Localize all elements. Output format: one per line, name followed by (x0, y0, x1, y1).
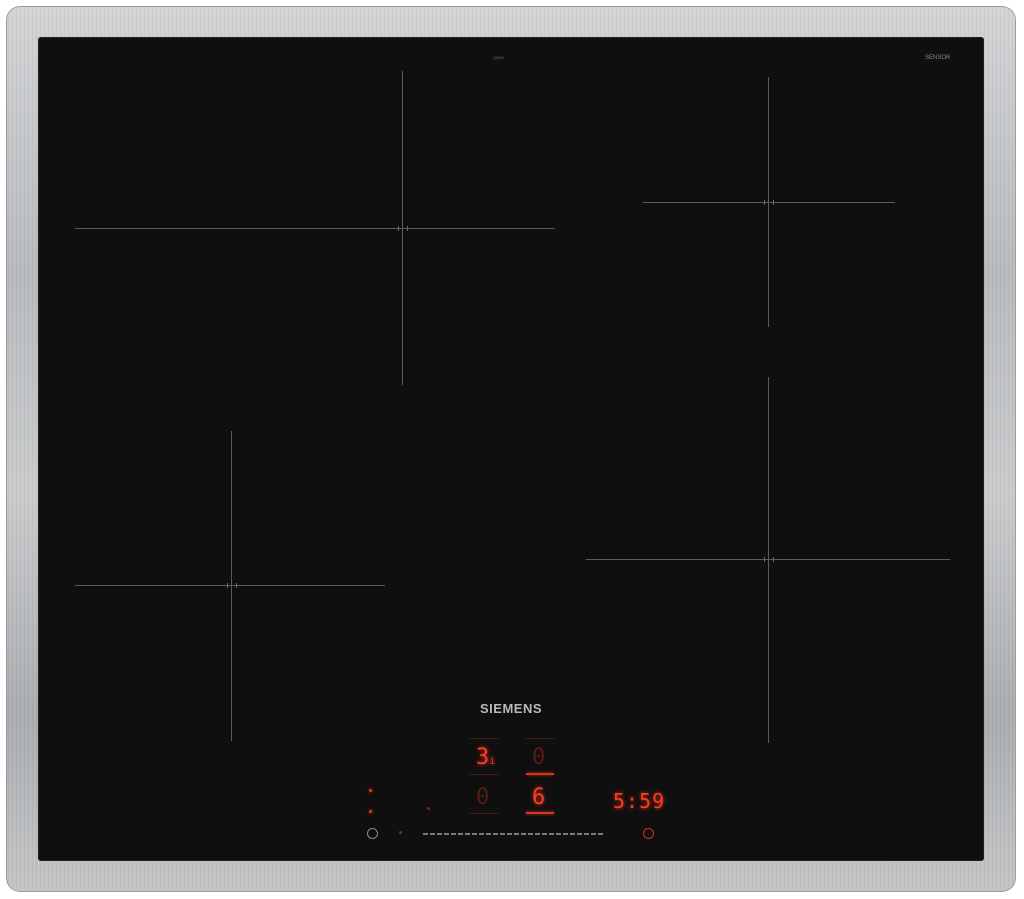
ceramic-glass-top: iQ300 SENSOR SIEMENS 3i 0 0 6 5:59 (38, 37, 984, 861)
active-zone-indicator (526, 773, 554, 775)
active-zone-indicator (526, 812, 554, 814)
zone-front-right-center (764, 557, 774, 562)
power-level-slider[interactable] (423, 833, 603, 835)
power-icon[interactable] (367, 828, 378, 839)
rear-right-display: 0 (532, 745, 546, 770)
lock-indicator (399, 831, 402, 834)
model-label: iQ300 (493, 55, 504, 60)
zone-indicator-line (470, 774, 498, 775)
zone-rear-left-center (398, 226, 408, 231)
zone-indicator-line (526, 738, 554, 739)
front-left-display: 3i (476, 745, 496, 770)
zone-rear-right-center (764, 200, 774, 205)
rear-left-display: 6 (532, 785, 546, 810)
indicator-led (369, 810, 372, 813)
brand-logo: SIEMENS (480, 701, 543, 716)
indicator-led (427, 807, 430, 810)
zone-front-left-center (227, 583, 237, 588)
timer-display: 5:59 (613, 789, 666, 813)
zone-indicator-line (470, 738, 498, 739)
zone-indicator-line (470, 813, 498, 814)
front-right-display: 0 (476, 785, 490, 810)
timer-icon[interactable] (643, 828, 654, 839)
indicator-led (369, 789, 372, 792)
sensor-logo: SENSOR (925, 55, 951, 61)
zone-rear-left-horizontal (75, 228, 555, 229)
